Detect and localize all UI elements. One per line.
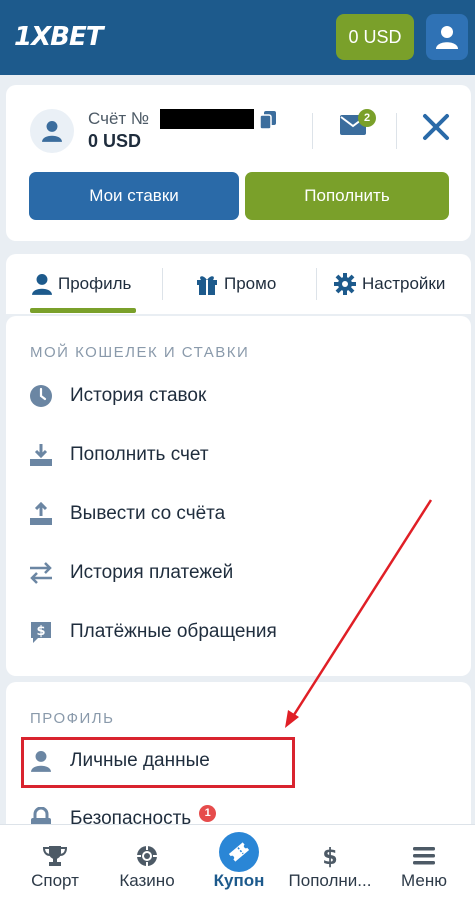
account-number-redacted [160,109,254,129]
account-number-label: Счёт № [88,109,150,128]
tab-settings[interactable]: Настройки [334,254,445,314]
nav-casino[interactable]: Казино [110,825,184,903]
transfer-arrows-icon [30,562,52,584]
divider [162,268,163,300]
account-card: Счёт № 0 USD 2 Мои ставки Пополнить [6,85,471,241]
messages-badge: 2 [358,109,376,127]
tab-promo[interactable]: Промо [196,254,276,314]
highlight-box [21,737,295,788]
clock-icon [30,385,52,407]
section-title: МОЙ КОШЕЛЕК И СТАВКИ [30,344,250,361]
profile-tabs: Профиль Промо Настройки [6,254,471,314]
copy-icon[interactable] [260,111,276,129]
topup-button[interactable]: Пополнить [245,172,449,220]
section-title: ПРОФИЛЬ [30,710,115,727]
brand-logo[interactable]: 1XBET [14,22,103,52]
user-icon [436,26,458,49]
balance-button[interactable]: 0 USD [336,14,414,60]
dollar-chat-icon: $ [31,622,51,643]
divider [312,113,313,149]
download-icon [30,444,52,466]
menu-item-deposit[interactable]: Пополнить счет [26,435,446,475]
coupon-button[interactable] [219,832,259,872]
wallet-section: МОЙ КОШЕЛЕК И СТАВКИ История ставок Попо… [6,316,471,676]
divider [396,113,397,149]
gear-icon [334,273,356,295]
svg-text:$: $ [322,845,337,868]
upload-icon [30,502,52,525]
user-icon [32,274,52,295]
top-header: 1XBET 0 USD [0,0,475,75]
menu-icon [413,847,435,865]
menu-item-payment-history[interactable]: История платежей [26,553,446,593]
close-icon[interactable] [422,113,450,141]
trophy-icon [43,846,67,866]
svg-text:$: $ [36,624,45,639]
chip-icon [137,846,157,866]
nav-menu[interactable]: Меню [392,825,456,903]
menu-item-bet-history[interactable]: История ставок [26,376,446,416]
nav-sport[interactable]: Спорт [22,825,88,903]
my-bets-button[interactable]: Мои ставки [29,172,239,220]
avatar [30,109,74,153]
ticket-icon [228,842,250,862]
menu-item-payment-requests[interactable]: $ Платёжные обращения [26,612,446,652]
account-button[interactable] [426,14,468,60]
divider [316,268,317,300]
user-icon [42,121,62,142]
security-badge: 1 [199,804,217,822]
account-balance: 0 USD [88,131,142,151]
menu-item-withdraw[interactable]: Вывести со счёта [26,494,446,534]
nav-deposit[interactable]: $ Пополни... [282,825,378,903]
active-tab-indicator [30,308,136,313]
dollar-icon: $ [322,845,337,868]
tab-profile[interactable]: Профиль [32,254,131,314]
gift-icon [197,276,217,295]
